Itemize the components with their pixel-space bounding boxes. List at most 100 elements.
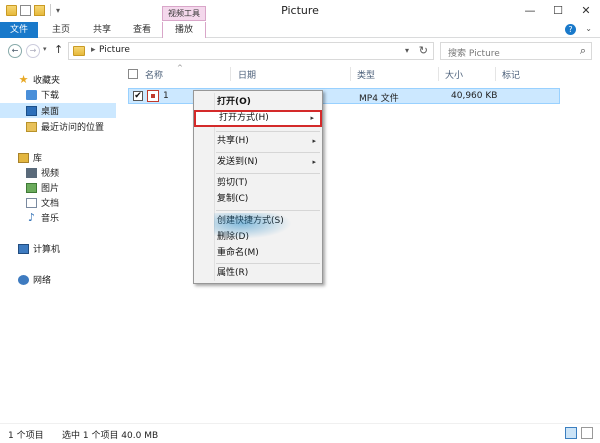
nav-favorites[interactable]: ★ 收藏夹 [0,72,116,87]
search-box[interactable]: 搜索 Picture ⌕ [440,42,592,60]
close-button[interactable]: ✕ [572,0,600,20]
star-icon: ★ [18,72,29,86]
menu-label: 发送到(N) [217,157,258,167]
refresh-icon[interactable]: ↻ [419,44,428,57]
ribbon-tabs: 文件 主页 共享 查看 播放 ? ⌄ [0,22,600,38]
nav-label: 计算机 [33,245,61,255]
nav-documents[interactable]: 文档 [0,195,116,210]
column-tags[interactable]: 标记 [502,68,520,81]
menu-open[interactable]: 打开(O) [194,94,322,111]
desktop-icon [26,105,37,116]
document-icon [26,197,37,208]
video-tools-label: 视频工具 [162,6,206,21]
column-name[interactable]: 名称 [145,68,163,81]
menu-separator [216,263,320,264]
tab-view[interactable]: 查看 [124,22,160,38]
submenu-arrow-icon: ▸ [312,137,316,145]
menu-share[interactable]: 共享(H) ▸ [194,133,322,150]
menu-label: 打开方式(H) [219,113,269,123]
menu-open-with[interactable]: 打开方式(H) ▸ [194,110,322,127]
download-icon [26,89,37,100]
row-checkbox[interactable]: ✔ [133,91,143,101]
navigation-pane: ★ 收藏夹 下载 桌面 最近访问的位置 库 视频 图片 文档 ♪ 音乐 计算机 … [0,64,116,420]
tab-play[interactable]: 播放 [162,22,206,38]
recent-places-icon [26,121,37,132]
column-divider[interactable] [350,67,351,81]
menu-separator [216,152,320,153]
menu-label: 共享(H) [217,136,249,146]
nav-recent[interactable]: 最近访问的位置 [0,119,116,134]
file-name[interactable]: 1 [163,91,169,101]
nav-label: 收藏夹 [33,76,61,86]
network-icon [18,274,29,285]
nav-label: 网络 [33,276,52,286]
menu-properties[interactable]: 属性(R) [194,265,322,282]
video-icon [26,167,37,178]
recent-locations-icon[interactable]: ▾ [43,45,47,53]
title-bar: ▾ Picture — ☐ ✕ [0,0,600,22]
nav-computer[interactable]: 计算机 [0,241,116,256]
menu-send-to[interactable]: 发送到(N) ▸ [194,154,322,171]
nav-desktop[interactable]: 桌面 [0,103,116,118]
menu-label: 打开(O) [217,97,251,107]
column-date[interactable]: 日期 [238,68,256,81]
nav-libraries[interactable]: 库 [0,150,116,165]
large-icons-view-icon[interactable] [581,427,593,439]
window-title: Picture [281,4,319,17]
column-divider[interactable] [230,67,231,81]
address-bar[interactable]: ▸ Picture ▾ ↻ [68,42,434,60]
address-row: ← → ▾ ↑ ▸ Picture ▾ ↻ 搜索 Picture ⌕ [0,39,600,63]
column-divider[interactable] [495,67,496,81]
menu-separator [216,173,320,174]
menu-delete[interactable]: 删除(D) [194,229,322,246]
file-size: 40,960 KB [451,91,498,101]
nav-music[interactable]: ♪ 音乐 [0,210,116,225]
status-bar: 1 个项目 选中 1 个项目 40.0 MB [0,423,600,443]
library-icon [18,152,29,163]
back-button[interactable]: ← [8,44,22,58]
up-button[interactable]: ↑ [54,43,63,56]
menu-rename[interactable]: 重命名(M) [194,245,322,262]
column-divider[interactable] [438,67,439,81]
nav-videos[interactable]: 视频 [0,165,116,180]
nav-pictures[interactable]: 图片 [0,180,116,195]
ribbon-expand-icon[interactable]: ⌄ [585,24,592,33]
address-dropdown-icon[interactable]: ▾ [405,46,409,55]
menu-label: 重命名(M) [217,248,259,258]
selection-info: 选中 1 个项目 40.0 MB [62,431,159,441]
search-input[interactable]: 搜索 Picture [448,46,500,59]
help-icon[interactable]: ? [565,24,576,35]
menu-label: 删除(D) [217,232,249,242]
nav-label: 下载 [41,91,60,101]
forward-button[interactable]: → [26,44,40,58]
nav-label: 视频 [41,169,60,179]
search-icon[interactable]: ⌕ [580,44,586,58]
menu-label: 创建快捷方式(S) [217,216,284,226]
menu-separator [216,210,320,211]
tab-file[interactable]: 文件 [0,22,38,38]
nav-label: 音乐 [41,214,60,224]
details-view-icon[interactable] [565,427,577,439]
minimize-button[interactable]: — [516,0,544,20]
nav-label: 最近访问的位置 [41,123,105,133]
path-separator-icon: ▸ [91,45,96,55]
menu-label: 复制(C) [217,194,249,204]
tab-home[interactable]: 主页 [42,22,80,38]
column-size[interactable]: 大小 [445,68,463,81]
tab-share[interactable]: 共享 [84,22,120,38]
menu-create-shortcut[interactable]: 创建快捷方式(S) [194,213,322,230]
nav-downloads[interactable]: 下载 [0,87,116,102]
maximize-button[interactable]: ☐ [544,0,572,20]
menu-copy[interactable]: 复制(C) [194,191,322,208]
folder-icon [73,46,85,56]
nav-network[interactable]: 网络 [0,272,116,287]
address-path[interactable]: Picture [99,45,130,55]
select-all-checkbox[interactable] [128,69,138,79]
context-menu: 打开(O) 打开方式(H) ▸ 共享(H) ▸ 发送到(N) ▸ 剪切(T) 复… [193,90,323,284]
column-type[interactable]: 类型 [357,68,375,81]
column-headers: 名称 ^ 日期 类型 大小 标记 [120,64,600,84]
submenu-arrow-icon: ▸ [310,114,314,122]
nav-label: 库 [33,154,43,164]
nav-label: 文档 [41,199,60,209]
menu-cut[interactable]: 剪切(T) [194,175,322,192]
